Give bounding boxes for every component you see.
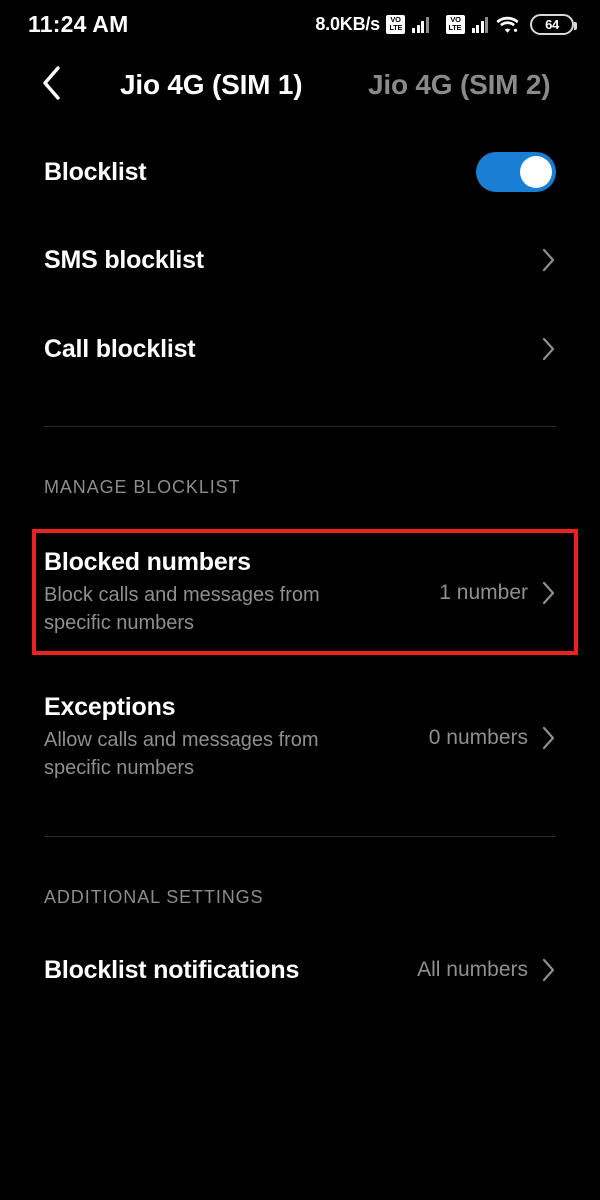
exceptions-description: Allow calls and messages from specific n… bbox=[44, 728, 319, 780]
signal-bars-icon bbox=[471, 16, 488, 33]
chevron-right-icon bbox=[542, 958, 556, 982]
row-right-container bbox=[542, 337, 556, 361]
signal-bar-2 bbox=[416, 24, 420, 33]
blocklist-notifications-label: Blocklist notifications bbox=[44, 955, 300, 984]
blocked-numbers-value: 1 number bbox=[439, 581, 528, 604]
tab-sim-2[interactable]: Jio 4G (SIM 2) bbox=[368, 69, 551, 101]
row-blocked-numbers[interactable]: Blocked numbers Block calls and messages… bbox=[0, 543, 600, 643]
blocklist-notifications-value: All numbers bbox=[417, 958, 528, 981]
status-bar-clock: 11:24 AM bbox=[28, 10, 129, 37]
row-blocklist-toggle[interactable]: Blocklist bbox=[0, 146, 600, 198]
row-call-blocklist[interactable]: Call blocklist bbox=[0, 325, 600, 373]
row-text-container: Exceptions Allow calls and messages from… bbox=[44, 693, 429, 783]
row-exceptions[interactable]: Exceptions Allow calls and messages from… bbox=[0, 688, 600, 788]
blocked-numbers-description: Block calls and messages from specific n… bbox=[44, 583, 320, 635]
row-right-container bbox=[542, 248, 556, 272]
exceptions-value: 0 numbers bbox=[428, 726, 528, 749]
row-text-container: Blocked numbers Block calls and messages… bbox=[44, 548, 439, 638]
section-divider bbox=[44, 426, 556, 427]
exceptions-label: Exceptions bbox=[44, 693, 176, 722]
status-bar-icons: 8.0KB/s VO LTE VO LTE 64 bbox=[315, 13, 577, 35]
battery-level-text: 64 bbox=[545, 16, 559, 32]
phone-screen: 11:24 AM 8.0KB/s VO LTE VO LTE 64 Jio 4G… bbox=[0, 0, 600, 1200]
volte-icon-bottom-text: LTE bbox=[389, 23, 402, 32]
row-blocklist-notifications[interactable]: Blocklist notifications All numbers bbox=[0, 946, 600, 994]
toggle-knob bbox=[520, 156, 552, 188]
row-text-container: Blocklist bbox=[44, 158, 476, 187]
tab-sim-1[interactable]: Jio 4G (SIM 1) bbox=[120, 69, 303, 101]
volte-icon: VO LTE bbox=[445, 14, 465, 34]
back-chevron-icon bbox=[40, 65, 62, 106]
row-text-container: SMS blocklist bbox=[44, 246, 542, 275]
battery-icon: 64 bbox=[530, 13, 577, 35]
row-sms-blocklist[interactable]: SMS blocklist bbox=[0, 236, 600, 284]
chevron-right-icon bbox=[542, 248, 556, 272]
chevron-right-icon bbox=[542, 581, 556, 605]
blocked-numbers-label: Blocked numbers bbox=[44, 548, 251, 577]
sms-blocklist-label: SMS blocklist bbox=[44, 245, 204, 274]
call-blocklist-label: Call blocklist bbox=[44, 334, 196, 363]
signal-bar-1 bbox=[412, 27, 415, 33]
row-text-container: Call blocklist bbox=[44, 335, 542, 364]
volte-icon: VO LTE bbox=[386, 14, 405, 34]
network-speed-text: 8.0KB/s bbox=[315, 13, 380, 34]
section-divider bbox=[44, 836, 556, 837]
back-button[interactable] bbox=[28, 52, 74, 118]
status-bar: 11:24 AM 8.0KB/s VO LTE VO LTE 64 bbox=[0, 0, 600, 48]
signal-bar-2 bbox=[476, 24, 479, 33]
signal-bar-4 bbox=[485, 16, 488, 33]
signal-bars-icon bbox=[412, 16, 429, 33]
blocklist-label: Blocklist bbox=[44, 157, 147, 186]
row-text-container: Blocklist notifications bbox=[44, 956, 417, 985]
signal-bar-4 bbox=[425, 16, 429, 33]
volte-icon-bottom-text: LTE bbox=[448, 23, 462, 32]
row-right-container: 1 number bbox=[439, 581, 556, 605]
signal-bar-1 bbox=[471, 27, 475, 33]
wifi-icon bbox=[496, 15, 519, 33]
row-right-container: All numbers bbox=[417, 958, 556, 982]
section-header-manage-blocklist: MANAGE BLOCKLIST bbox=[44, 477, 241, 497]
chevron-right-icon bbox=[542, 337, 556, 361]
blocklist-toggle-switch[interactable] bbox=[476, 152, 556, 192]
signal-bar-3 bbox=[421, 20, 424, 33]
chevron-right-icon bbox=[542, 726, 556, 750]
row-right-container: 0 numbers bbox=[429, 726, 556, 750]
app-header: Jio 4G (SIM 1) Jio 4G (SIM 2) bbox=[0, 52, 600, 118]
signal-bar-3 bbox=[480, 20, 484, 33]
section-header-additional-settings: ADDITIONAL SETTINGS bbox=[44, 887, 264, 907]
